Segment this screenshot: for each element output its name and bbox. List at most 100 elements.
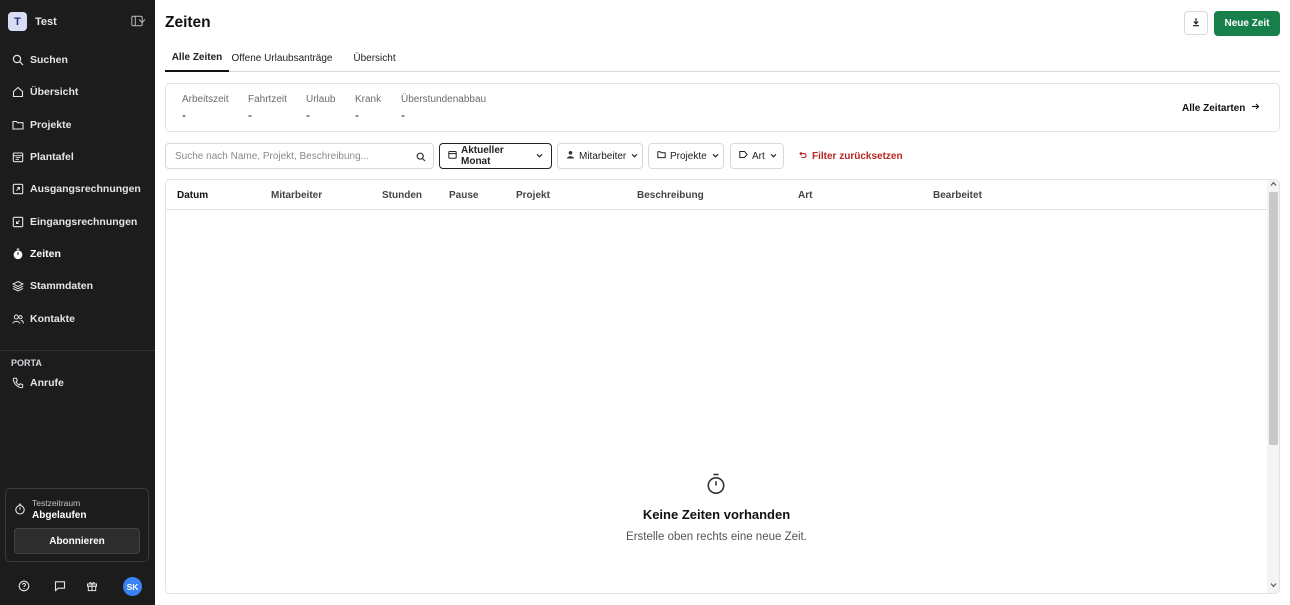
sidebar-item-label: Stammdaten: [30, 280, 94, 293]
page-title: Zeiten: [165, 14, 211, 31]
stat-arbeitszeit: Arbeitszeit -: [182, 94, 229, 122]
user-icon: [566, 150, 575, 162]
scroll-up-icon[interactable]: [1270, 181, 1277, 189]
stat-value: -: [248, 108, 252, 122]
tab-bar: Alle Zeiten Offene Urlaubsanträge Übersi…: [165, 45, 1280, 72]
sidebar: T Test Suchen Übersicht Projekte Plantaf…: [0, 0, 155, 605]
sidebar-item-uebersicht[interactable]: Übersicht: [0, 76, 155, 108]
reset-filters-label: Filter zurücksetzen: [812, 150, 903, 162]
column-header-stunden[interactable]: Stunden: [382, 190, 422, 201]
tab-uebersicht[interactable]: Übersicht: [347, 45, 402, 72]
stat-value: -: [306, 108, 310, 122]
invoice-out-icon: [11, 183, 24, 196]
workspace-name: Test: [35, 15, 57, 28]
stat-urlaub: Urlaub -: [306, 94, 335, 122]
sidebar-item-ausgangsrechnungen[interactable]: Ausgangsrechnungen: [0, 173, 155, 205]
filter-bar: Suche nach Name, Projekt, Beschreibung..…: [165, 143, 1280, 169]
stat-ueberstundenabbau: Überstundenabbau -: [401, 94, 486, 122]
home-icon: [11, 86, 24, 99]
porta-nav: Anrufe: [0, 367, 155, 399]
type-filter-label: Art: [752, 150, 765, 162]
search-icon: [416, 151, 426, 165]
period-filter-label: Aktueller Monat: [461, 145, 504, 167]
workspace-switcher[interactable]: T Test: [8, 12, 148, 31]
chevron-down-icon: [536, 151, 543, 162]
employee-filter-label: Mitarbeiter: [579, 150, 627, 162]
sidebar-item-label: Anrufe: [30, 377, 64, 390]
table-header: Datum Mitarbeiter Stunden Pause Projekt …: [166, 180, 1267, 210]
trial-label: Testzeitraum: [32, 498, 81, 508]
sidebar-item-label: Übersicht: [30, 86, 79, 99]
chevron-down-icon: [770, 151, 777, 162]
arrow-right-icon: [1251, 102, 1260, 114]
scroll-down-icon[interactable]: [1270, 582, 1277, 590]
reset-filters-button[interactable]: Filter zurücksetzen: [798, 150, 903, 162]
projects-filter[interactable]: Projekte: [648, 143, 724, 169]
folder-icon: [11, 118, 24, 131]
all-time-types-link[interactable]: Alle Zeitarten: [1182, 102, 1260, 114]
layers-icon: [11, 280, 24, 293]
chevron-down-icon: [631, 151, 638, 162]
sidebar-item-label: Eingangsrechnungen: [30, 215, 138, 228]
stopwatch-icon: [14, 503, 26, 518]
new-time-button[interactable]: Neue Zeit: [1214, 11, 1280, 36]
sidebar-item-stammdaten[interactable]: Stammdaten: [0, 270, 155, 302]
tab-alle-zeiten[interactable]: Alle Zeiten: [165, 45, 229, 72]
sidebar-toggle-icon[interactable]: [131, 15, 143, 27]
stopwatch-icon: [11, 247, 24, 260]
sidebar-item-plantafel[interactable]: Plantafel: [0, 141, 155, 173]
stat-label: Krank: [355, 94, 382, 105]
user-avatar[interactable]: SK: [123, 577, 142, 596]
column-header-beschreibung[interactable]: Beschreibung: [637, 190, 704, 201]
subscribe-button[interactable]: Abonnieren: [14, 528, 140, 554]
chevron-down-icon: [712, 151, 719, 162]
sidebar-divider: [0, 350, 155, 351]
summary-card: Arbeitszeit - Fahrtzeit - Urlaub - Krank…: [165, 83, 1280, 132]
undo-icon: [798, 150, 807, 162]
sidebar-item-label: Ausgangsrechnungen: [30, 183, 141, 196]
help-icon[interactable]: [18, 580, 30, 592]
table-scrollbar[interactable]: [1267, 180, 1279, 593]
sidebar-item-suchen[interactable]: Suchen: [0, 44, 155, 76]
folder-icon: [657, 150, 666, 162]
column-header-datum[interactable]: Datum: [177, 190, 208, 201]
tab-offene-urlaubsantraege[interactable]: Offene Urlaubsanträge: [231, 45, 333, 72]
empty-state-title: Keine Zeiten vorhanden: [642, 507, 791, 522]
column-header-mitarbeiter[interactable]: Mitarbeiter: [271, 190, 322, 201]
download-button[interactable]: [1184, 11, 1208, 35]
column-header-pause[interactable]: Pause: [449, 190, 478, 201]
sidebar-item-eingangsrechnungen[interactable]: Eingangsrechnungen: [0, 205, 155, 237]
calendar-icon: [448, 150, 457, 162]
stat-label: Fahrtzeit: [248, 94, 287, 105]
sidebar-item-anrufe[interactable]: Anrufe: [0, 367, 155, 399]
feedback-icon[interactable]: [54, 580, 66, 592]
sidebar-item-kontakte[interactable]: Kontakte: [0, 302, 155, 334]
sidebar-item-projekte[interactable]: Projekte: [0, 109, 155, 141]
empty-state-subtitle: Erstelle oben rechts eine neue Zeit.: [626, 531, 807, 543]
gift-icon[interactable]: [86, 580, 98, 592]
type-filter[interactable]: Art: [730, 143, 784, 169]
column-header-art[interactable]: Art: [798, 190, 812, 201]
search-input[interactable]: Suche nach Name, Projekt, Beschreibung..…: [165, 143, 434, 169]
sidebar-item-label: Projekte: [30, 118, 72, 131]
users-icon: [11, 312, 24, 325]
main-content: Zeiten Neue Zeit Alle Zeiten Offene Urla…: [155, 0, 1290, 605]
column-header-bearbeitet[interactable]: Bearbeitet: [933, 190, 982, 201]
employee-filter[interactable]: Mitarbeiter: [557, 143, 643, 169]
sidebar-item-zeiten[interactable]: Zeiten: [0, 238, 155, 270]
stat-fahrtzeit: Fahrtzeit -: [248, 94, 287, 122]
sidebar-item-label: Plantafel: [30, 151, 74, 164]
column-header-projekt[interactable]: Projekt: [516, 190, 550, 201]
scrollbar-thumb[interactable]: [1269, 192, 1278, 445]
main-nav: Suchen Übersicht Projekte Plantafel Ausg…: [0, 44, 155, 335]
tag-icon: [739, 150, 748, 162]
workspace-avatar: T: [8, 12, 27, 31]
search-icon: [11, 54, 24, 67]
stat-value: -: [182, 108, 186, 122]
period-filter[interactable]: Aktueller Monat: [439, 143, 552, 169]
projects-filter-label: Projekte: [670, 150, 707, 162]
stat-value: -: [355, 108, 359, 122]
sidebar-item-label: Kontakte: [30, 312, 75, 325]
stat-label: Arbeitszeit: [182, 94, 229, 105]
stat-krank: Krank -: [355, 94, 381, 122]
